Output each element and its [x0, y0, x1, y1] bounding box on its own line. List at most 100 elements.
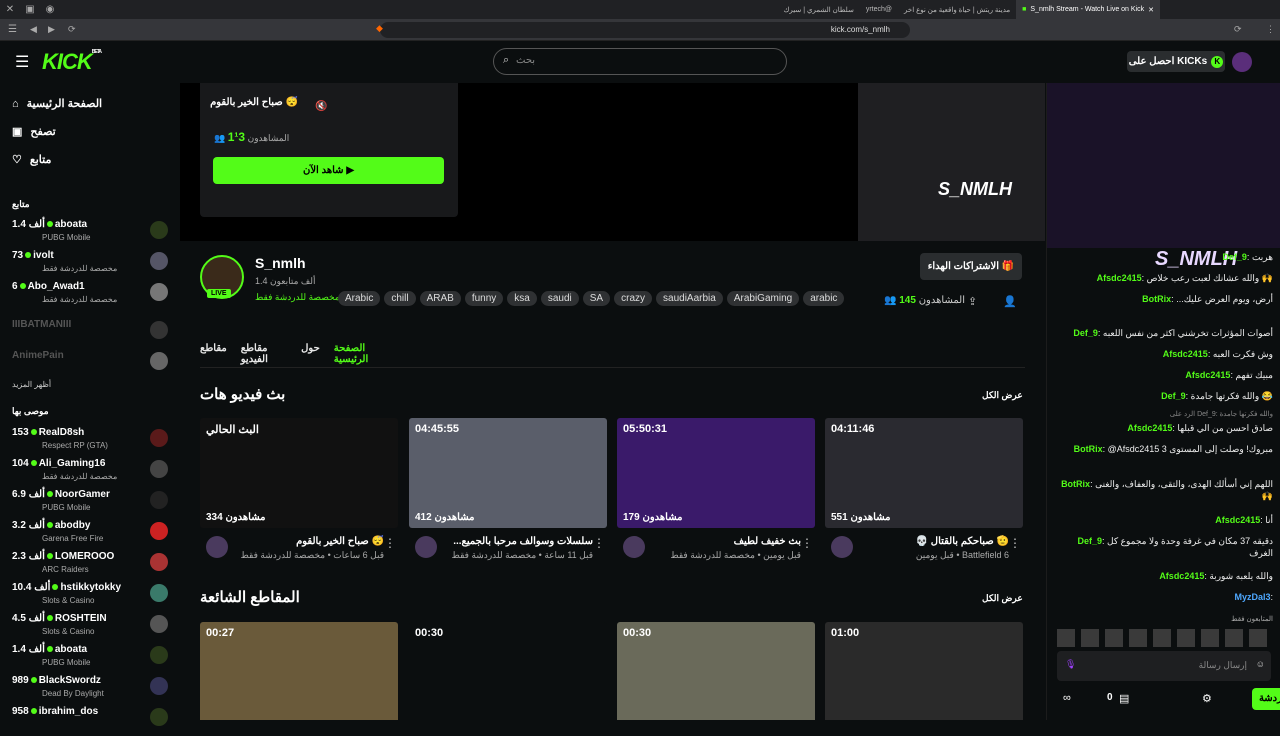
tag[interactable]: saudiAarbia — [656, 291, 723, 306]
chat-username[interactable]: BotRix — [1074, 444, 1103, 454]
forward-icon[interactable]: ▶ — [48, 24, 55, 35]
more-options-icon[interactable]: ⋮ — [1009, 536, 1021, 550]
watch-now-button[interactable]: شاهد الآن ▶ — [213, 157, 444, 184]
clip-card[interactable]: 00:30 — [617, 622, 815, 720]
chat-username[interactable]: Afsdc2415 — [1215, 515, 1260, 525]
sidebar-channel[interactable]: 1.4 ألف aboata PUBG Mobile — [12, 219, 168, 249]
sidebar-channel-offline[interactable]: IIIBATMANIII — [12, 319, 168, 349]
more-icon[interactable]: ⋮ — [1266, 24, 1275, 35]
tag[interactable]: crazy — [614, 291, 653, 306]
nav-following[interactable]: ♡ متابع — [12, 153, 51, 166]
mute-icon[interactable]: 🔇 — [315, 101, 327, 112]
channel-category[interactable]: مخصصة للدردشة فقط — [255, 292, 340, 303]
extensions-icon[interactable]: ◉ — [40, 4, 60, 15]
user-avatar[interactable] — [1232, 52, 1252, 72]
close-window-icon[interactable]: ✕ — [0, 4, 20, 15]
follow-user-icon[interactable]: 👤 — [1003, 295, 1017, 308]
sidebar-channel[interactable]: 10.4 ألف hstikkytokky Slots & Casino — [12, 582, 168, 612]
nav-home[interactable]: ⌂ الصفحة الرئيسية — [12, 97, 102, 111]
sidebar-channel[interactable]: 104 Ali_Gaming16 مخصصة للدردشة فقط — [12, 458, 168, 488]
refresh-icon[interactable]: ⟳ — [1234, 24, 1242, 35]
clip-card[interactable]: 00:30 — [409, 622, 607, 720]
hamburger-menu-icon[interactable]: ☰ — [15, 52, 29, 72]
chat-input[interactable]: إرسال رسالة 🎙 ☺ — [1057, 651, 1271, 681]
tag[interactable]: saudi — [540, 291, 579, 306]
more-options-icon[interactable]: ⋮ — [801, 536, 813, 550]
sidebar-channel[interactable]: 3.2 ألف abodby Garena Free Fire — [12, 520, 168, 550]
tag[interactable]: ARAB — [419, 291, 461, 306]
more-options-icon[interactable]: ⋮ — [593, 536, 605, 550]
store-icon[interactable]: ▤ — [1119, 692, 1129, 705]
videos-view-all-link[interactable]: عرض الكل — [982, 390, 1023, 401]
emoji-icon[interactable]: ☺ — [1256, 659, 1265, 669]
tab-label: S_nmlh Stream - Watch Live on Kick — [1030, 6, 1145, 13]
chat-username[interactable]: Afsdc2415 — [1097, 273, 1142, 283]
chat-username[interactable]: Afsdc2415 — [1185, 370, 1230, 380]
brave-shield-icon[interactable]: ◆ — [376, 23, 383, 34]
sidebar-channel[interactable]: 1.4 ألف aboata PUBG Mobile — [12, 644, 168, 674]
video-duration: 04:45:55 — [415, 423, 460, 435]
sidebar-channel[interactable]: 958 ibrahim_dos — [12, 706, 168, 736]
send-chat-button[interactable]: الدردشة — [1252, 688, 1280, 710]
tag[interactable]: arabic — [803, 291, 845, 306]
tag[interactable]: SA — [582, 291, 611, 306]
chat-username[interactable]: BotRix — [1061, 479, 1090, 489]
clip-card[interactable]: 00:27 — [200, 622, 398, 720]
points-icon[interactable]: ∞ — [1063, 692, 1071, 704]
close-tab-icon[interactable]: ✕ — [1148, 6, 1154, 14]
settings-gear-icon[interactable]: ⚙ — [1202, 692, 1212, 705]
sidebar-channel[interactable]: 4.5 ألف ROSHTEIN Slots & Casino — [12, 613, 168, 643]
tab-active[interactable]: ■ S_nmlh Stream - Watch Live on Kick ✕ — [1016, 0, 1160, 19]
chat-username[interactable]: Afsdc2415 — [1127, 423, 1172, 433]
channel-name[interactable]: S_nmlh — [255, 255, 306, 271]
window-menu-icon[interactable]: ▣ — [20, 4, 40, 15]
chat-username[interactable]: Def_9 — [1222, 252, 1247, 262]
chat-username[interactable]: Def_9 — [1073, 328, 1098, 338]
tag[interactable]: ArabiGaming — [726, 291, 800, 306]
video-card[interactable]: 04:45:55 412 مشاهدون ...سلسلات وسوالف مرح… — [409, 418, 607, 560]
sidebar-channel[interactable]: 153 RealD8sh Respect RP (GTA) — [12, 427, 168, 457]
back-icon[interactable]: ◀ — [30, 24, 37, 35]
tab-4[interactable]: سلطان الشمري | سيرك — [778, 0, 860, 19]
share-icon[interactable]: ⇪ — [968, 295, 977, 308]
video-card[interactable]: البث الحالي 334 مشاهدون صباح الخير بالقوم… — [200, 418, 398, 560]
clip-card[interactable]: 01:00 — [825, 622, 1023, 720]
chat-username[interactable]: BotRix — [1142, 294, 1171, 304]
sidebar-channel-offline[interactable]: AnimePain — [12, 350, 168, 380]
video-card[interactable]: 04:11:46 551 مشاهدون 💀 صباحكم بالقتال 🫡 ق… — [825, 418, 1023, 560]
tab-2[interactable]: مدينة ريتش | حياة واقعية من نوع اخر — [898, 0, 1016, 19]
get-kicks-button[interactable]: احصل على KICKs K — [1127, 51, 1225, 72]
sidebar-channel[interactable]: 73 ivolt مخصصة للدردشة فقط — [12, 250, 168, 280]
tag[interactable]: Arabic — [338, 291, 381, 306]
sidebar-channel[interactable]: 2.3 ألف LOMEROOO ARC Raiders — [12, 551, 168, 581]
tag[interactable]: funny — [464, 291, 504, 306]
show-more-link[interactable]: أظهر المزيد — [12, 380, 51, 389]
tab-home[interactable]: الصفحة الرئيسية — [334, 343, 390, 365]
tag[interactable]: chill — [384, 291, 416, 306]
microphone-icon[interactable]: 🎙 — [1065, 659, 1076, 670]
menu-icon[interactable]: ☰ — [8, 24, 17, 35]
tag[interactable]: ksa — [507, 291, 537, 306]
sidebar-channel[interactable]: 989 BlackSwordz Dead By Daylight — [12, 675, 168, 705]
nav-browse[interactable]: ▣ تصفح — [12, 125, 56, 138]
clips-view-all-link[interactable]: عرض الكل — [982, 593, 1023, 604]
tab-clips[interactable]: مقاطع — [200, 343, 227, 365]
video-card[interactable]: 05:50:31 179 مشاهدون بث خفيف لطيف قبل يوم… — [617, 418, 815, 560]
chat-username[interactable]: Afsdc2415 — [1163, 349, 1208, 359]
chat-username[interactable]: Def_9 — [1078, 536, 1103, 546]
gift-subs-button[interactable]: الاشتراكات الهداء 🎁 — [920, 253, 1022, 280]
chat-username[interactable]: Afsdc2415 — [1159, 571, 1204, 581]
chat-username[interactable]: Def_9 — [1161, 391, 1186, 401]
sidebar-channel[interactable]: 6 Abo_Awad1 مخصصة للدردشة فقط — [12, 281, 168, 311]
tab-3[interactable]: yrtech@ — [860, 0, 898, 19]
tab-about[interactable]: حول — [301, 343, 320, 365]
channel-row-top: 6.9 ألف NoorGamer — [12, 489, 110, 500]
kick-logo[interactable]: KICKBETA — [42, 49, 102, 75]
reload-icon[interactable]: ⟳ — [68, 24, 76, 35]
url-field[interactable]: kick.com/s_nmlh — [380, 22, 910, 38]
sidebar-channel[interactable]: 6.9 ألف NoorGamer PUBG Mobile — [12, 489, 168, 519]
search-input[interactable]: ⌕ بحث — [493, 48, 787, 75]
chat-username[interactable]: MyzDal3 — [1234, 592, 1270, 602]
more-options-icon[interactable]: ⋮ — [384, 536, 396, 550]
tab-videos[interactable]: مقاطع الفيديو — [241, 343, 287, 365]
